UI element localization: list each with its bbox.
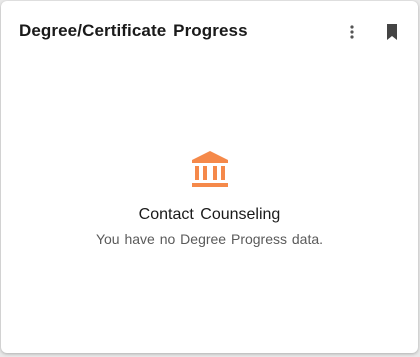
degree-progress-card: Degree/Certificate Progress Contact Coun… — [1, 1, 418, 353]
bookmark-icon — [387, 24, 397, 40]
card-title: Degree/Certificate Progress — [19, 21, 248, 40]
more-options-button[interactable] — [341, 20, 363, 44]
empty-state: Contact Counseling You have no Degree Pr… — [1, 149, 418, 247]
empty-state-heading: Contact Counseling — [138, 206, 281, 223]
empty-state-message: You have no Degree Progress data. — [95, 231, 324, 247]
institution-icon — [191, 151, 228, 187]
more-vertical-icon — [350, 25, 354, 39]
bookmark-button[interactable] — [381, 20, 403, 44]
